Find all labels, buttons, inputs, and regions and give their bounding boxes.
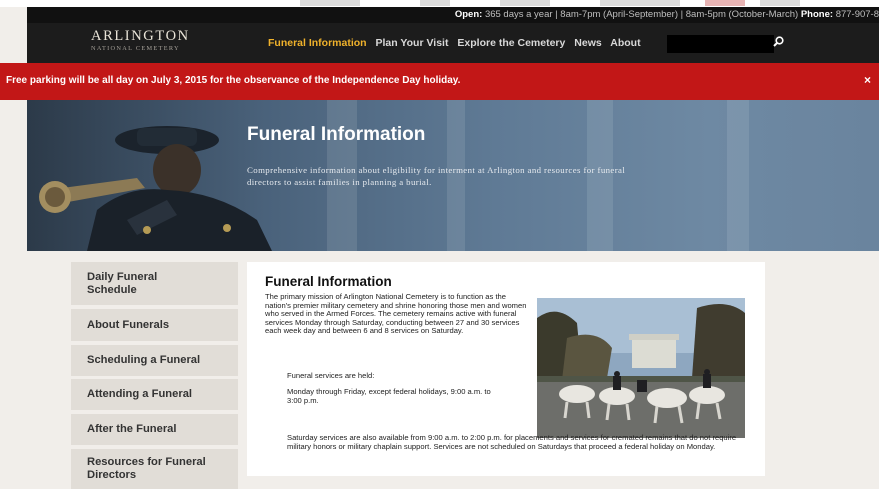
info-bar: Open: 365 days a year | 8am-7pm (April-S… — [27, 7, 879, 23]
main-nav: Funeral Information Plan Your Visit Expl… — [268, 37, 647, 49]
hero-description: Comprehensive information about eligibil… — [247, 165, 626, 187]
sidebar-item-label: Attending a Funeral — [87, 388, 193, 400]
sidebar-item-after-the-funeral[interactable]: After the Funeral — [71, 414, 238, 445]
sidebar-item-scheduling-a-funeral[interactable]: Scheduling a Funeral — [71, 345, 238, 376]
open-label: Open: — [454, 9, 483, 20]
sidebar-item-label: About Funerals — [87, 318, 170, 331]
toolbar-fragment — [500, 0, 550, 6]
sidebar-item-label: Scheduling a Funeral — [87, 354, 201, 366]
phone-label: Phone: — [800, 9, 834, 20]
site-header: ARLINGTON NATIONAL CEMETERY Funeral Info… — [27, 23, 879, 63]
sidebar-item-about-funerals[interactable]: About Funerals — [71, 309, 238, 341]
toolbar-fragment — [705, 0, 745, 6]
nav-funeral-information[interactable]: Funeral Information — [268, 37, 367, 49]
hero-texture — [727, 100, 749, 251]
open-hours: 365 days a year | 8am-7pm (April-Septemb… — [484, 9, 799, 20]
weekday-hours: Monday through Friday, except federal ho… — [287, 387, 491, 405]
intro-paragraph: The primary mission of Arlington Nationa… — [265, 292, 527, 336]
search-input[interactable] — [667, 35, 774, 53]
caisson-photo — [537, 298, 745, 438]
sidebar-item-attending-a-funeral[interactable]: Attending a Funeral — [71, 379, 238, 410]
held-label: Funeral services are held: — [287, 371, 375, 380]
sidebar-item-resources-for-funeral-directors[interactable]: Resources for Funeral Directors — [71, 449, 238, 489]
top-strip — [0, 0, 879, 7]
close-icon[interactable]: × — [864, 73, 871, 87]
sidebar-item-daily-funeral-schedule[interactable]: Daily Funeral Schedule — [71, 262, 238, 305]
alert-text: Free parking will be all day on July 3, … — [6, 75, 461, 86]
saturday-hours: Saturday services are also available fro… — [287, 433, 737, 451]
toolbar-fragment — [600, 0, 680, 6]
sidebar-item-label: Daily Funeral Schedule — [87, 270, 158, 296]
nav-about[interactable]: About — [610, 37, 640, 49]
alert-banner: Free parking will be all day on July 3, … — [0, 63, 879, 100]
logo-title[interactable]: ARLINGTON — [91, 28, 190, 45]
phone-number[interactable]: 877-907-8 — [836, 9, 879, 20]
sidebar-item-label: Resources for Funeral Directors — [87, 456, 206, 481]
sidebar-item-label: After the Funeral — [87, 423, 177, 435]
nav-explore-the-cemetery[interactable]: Explore the Cemetery — [457, 37, 565, 49]
page-title: Funeral Information — [265, 274, 392, 289]
toolbar-fragment — [760, 0, 800, 6]
logo-subtitle[interactable]: NATIONAL CEMETERY — [91, 45, 180, 52]
nav-plan-your-visit[interactable]: Plan Your Visit — [376, 37, 449, 49]
search-icon[interactable] — [770, 35, 786, 51]
main-content: Funeral Information The primary mission … — [247, 262, 765, 476]
toolbar-fragment — [420, 0, 450, 6]
hero-title: Funeral Information — [247, 124, 426, 145]
toolbar-fragment — [300, 0, 360, 6]
nav-news[interactable]: News — [574, 37, 601, 49]
info-bar-content: Open: 365 days a year | 8am-7pm (April-S… — [455, 7, 879, 23]
